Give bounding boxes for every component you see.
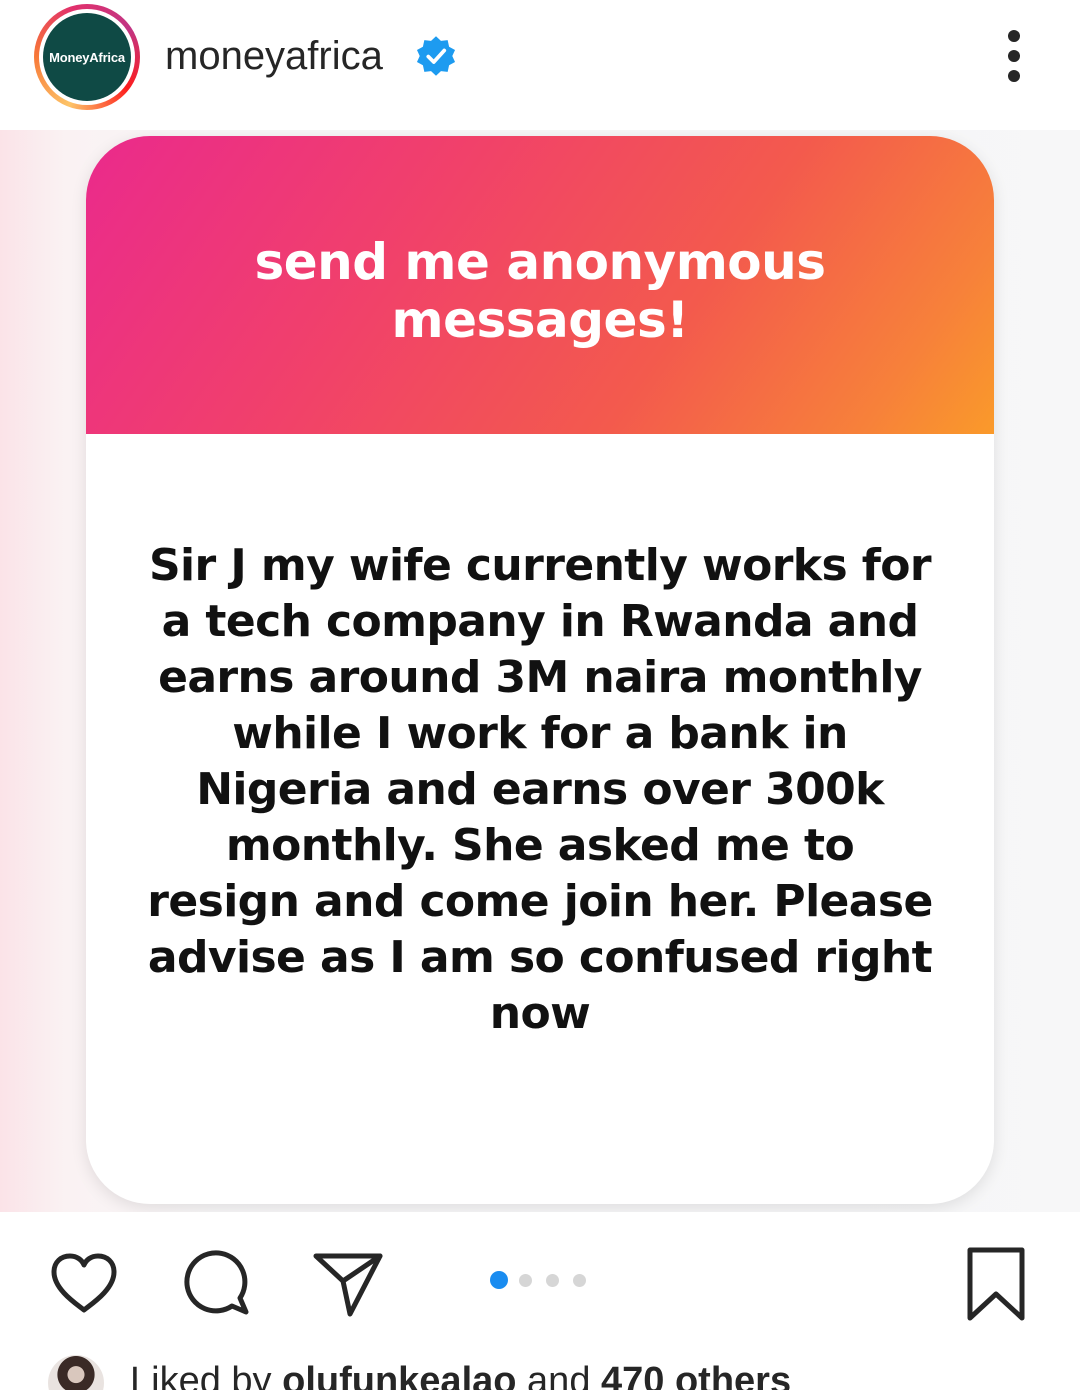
instagram-post-screen: MoneyAfrica moneyafrica send me anonymou… <box>0 0 1080 1390</box>
carousel-dot <box>519 1274 532 1287</box>
heart-icon[interactable] <box>48 1248 120 1320</box>
carousel-dot <box>546 1274 559 1287</box>
action-bar <box>0 1212 1080 1352</box>
more-options-button[interactable] <box>990 24 1038 88</box>
username[interactable]: moneyafrica <box>165 30 383 82</box>
more-vertical-icon <box>1008 30 1020 42</box>
post-header: MoneyAfrica moneyafrica <box>0 0 1080 130</box>
story-ring[interactable]: MoneyAfrica <box>34 4 140 110</box>
send-icon[interactable] <box>312 1248 384 1320</box>
carousel-dot-active <box>490 1271 508 1289</box>
question-card: send me anonymous messages! Sir J my wif… <box>86 136 994 1204</box>
verified-badge-icon <box>416 36 456 76</box>
carousel-dot <box>573 1274 586 1287</box>
bookmark-icon[interactable] <box>958 1244 1034 1324</box>
liker-username[interactable]: olufunkealao <box>282 1360 516 1390</box>
likes-summary[interactable]: Liked by olufunkealao and 470 others <box>130 1358 791 1390</box>
question-card-header: send me anonymous messages! <box>86 136 994 434</box>
liker-avatar[interactable] <box>48 1355 104 1390</box>
avatar[interactable]: MoneyAfrica <box>43 13 131 101</box>
likes-others[interactable]: 470 others <box>601 1360 791 1390</box>
post-image[interactable]: send me anonymous messages! Sir J my wif… <box>0 130 1080 1212</box>
question-prompt: send me anonymous messages! <box>254 233 826 349</box>
comment-icon[interactable] <box>180 1248 252 1320</box>
anonymous-message: Sir J my wife currently works for a tech… <box>147 540 933 1039</box>
